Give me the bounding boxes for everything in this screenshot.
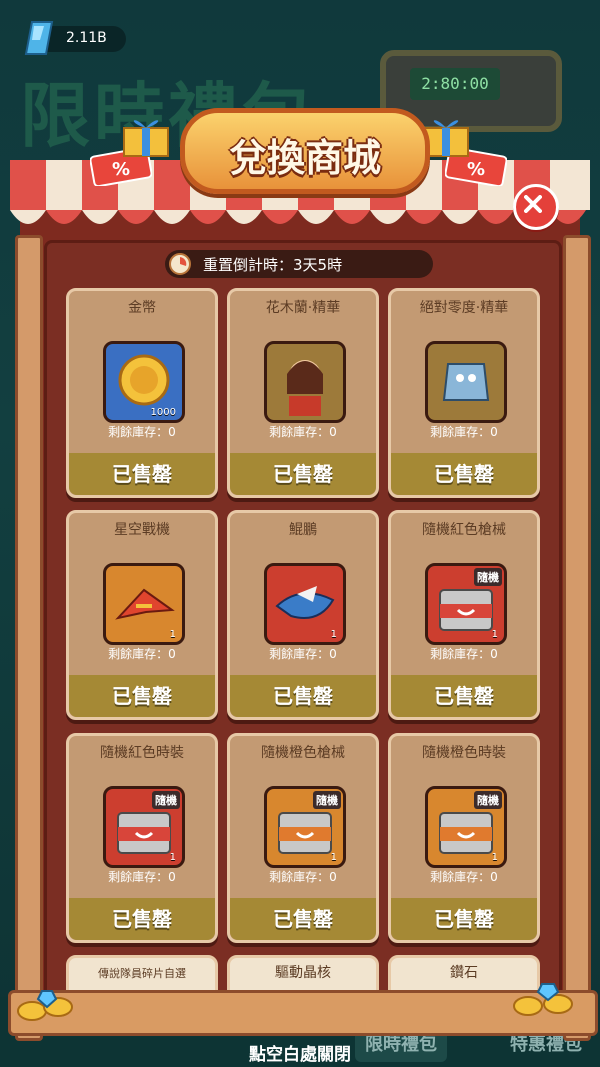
close-icon <box>524 195 542 213</box>
item-stock: 剩餘庫存：0 <box>430 647 498 661</box>
sold-out-banner: 已售罄 <box>69 898 215 940</box>
item-name: 金幣 <box>128 300 156 316</box>
item-card[interactable]: 絕對零度·精華 剩餘庫存：0 已售罄 <box>388 288 540 498</box>
item-quantity: 1 <box>169 852 176 863</box>
right-pillar <box>563 235 591 1041</box>
item-icon-frame <box>425 341 507 423</box>
item-icon-frame: 1000 <box>103 341 185 423</box>
item-quantity: 1 <box>169 629 176 640</box>
item-icon-frame: 隨機 1 <box>425 563 507 645</box>
item-stock: 剩餘庫存：0 <box>430 425 498 439</box>
item-card[interactable]: 星空戰機 1 剩餘庫存：0 已售罄 <box>66 510 218 720</box>
item-icon-frame: 1 <box>264 563 346 645</box>
crystal-icon <box>24 21 54 55</box>
coins-pile-icon <box>513 983 573 1016</box>
item-card[interactable]: 隨機橙色槍械隨機 1 剩餘庫存：0 已售罄 <box>227 733 379 943</box>
sold-out-banner: 已售罄 <box>230 898 376 940</box>
item-name: 傳說隊員碎片自選 <box>98 967 186 980</box>
item-icon-frame: 1 <box>103 563 185 645</box>
item-name: 鯤鵬 <box>289 522 317 538</box>
item-card[interactable]: 花木蘭·精華 剩餘庫存：0 已售罄 <box>227 288 379 498</box>
item-icon-frame: 隨機 1 <box>425 786 507 868</box>
mech-portrait-icon <box>442 363 490 401</box>
item-name: 鑽石 <box>450 965 478 981</box>
item-stock: 剩餘庫存：0 <box>108 425 176 439</box>
item-card[interactable]: 隨機橙色時裝隨機 1 剩餘庫存：0 已售罄 <box>388 733 540 943</box>
item-stock: 剩餘庫存：0 <box>269 647 337 661</box>
mulan-portrait-icon <box>287 360 323 416</box>
shop-title: 兌換商城 <box>228 136 381 180</box>
item-quantity: 1 <box>491 852 498 863</box>
item-name: 星空戰機 <box>114 522 170 538</box>
item-icon-frame: 隨機 1 <box>103 786 185 868</box>
item-stock: 剩餘庫存：0 <box>430 870 498 884</box>
sold-out-banner: 已售罄 <box>391 675 537 717</box>
item-stock: 剩餘庫存：0 <box>108 870 176 884</box>
item-name: 隨機紅色槍械 <box>422 522 506 538</box>
item-card[interactable]: 金幣 1000 剩餘庫存：0 已售罄 <box>66 288 218 498</box>
item-icon-frame: 隨機 1 <box>264 786 346 868</box>
coins-pile-icon <box>17 990 73 1021</box>
shop-title-plate: 兌換商城 <box>180 108 430 194</box>
item-name: 隨機橙色槍械 <box>261 745 345 761</box>
item-quantity: 1000 <box>150 407 176 418</box>
item-name: 隨機紅色時裝 <box>100 745 184 761</box>
sold-out-banner: 已售罄 <box>230 453 376 495</box>
svg-text:%: % <box>467 159 485 180</box>
close-hint[interactable]: 點空白處關閉 <box>0 1040 600 1065</box>
sold-out-banner: 已售罄 <box>391 898 537 940</box>
sold-out-banner: 已售罄 <box>391 453 537 495</box>
item-stock: 剩餘庫存：0 <box>108 647 176 661</box>
currency-value: 2.11B <box>66 30 107 46</box>
item-name: 隨機橙色時裝 <box>422 745 506 761</box>
random-tag: 隨機 <box>313 791 341 809</box>
clock-icon <box>169 253 191 275</box>
item-icon-frame <box>264 341 346 423</box>
close-button[interactable] <box>513 184 559 230</box>
item-stock: 剩餘庫存：0 <box>269 870 337 884</box>
svg-text:%: % <box>112 159 130 180</box>
item-name: 絕對零度·精華 <box>419 300 509 316</box>
item-card[interactable]: 鯤鵬 1 剩餘庫存：0 已售罄 <box>227 510 379 720</box>
item-name: 花木蘭·精華 <box>265 300 341 316</box>
item-quantity: 1 <box>330 852 337 863</box>
reset-countdown-label: 重置倒計時：3天5時 <box>203 256 343 274</box>
currency-display: 2.11B <box>24 21 126 55</box>
sold-out-banner: 已售罄 <box>69 675 215 717</box>
item-card[interactable]: 隨機紅色槍械隨機 1 剩餘庫存：0 已售罄 <box>388 510 540 720</box>
random-tag: 隨機 <box>474 568 502 586</box>
random-tag: 隨機 <box>474 791 502 809</box>
item-quantity: 1 <box>330 629 337 640</box>
gift-box-icon <box>123 120 169 157</box>
background-timer: 2:80:00 <box>410 68 500 100</box>
item-card[interactable]: 隨機紅色時裝隨機 1 剩餘庫存：0 已售罄 <box>66 733 218 943</box>
sold-out-banner: 已售罄 <box>230 675 376 717</box>
item-quantity: 1 <box>491 629 498 640</box>
item-stock: 剩餘庫存：0 <box>269 425 337 439</box>
sold-out-banner: 已售罄 <box>69 453 215 495</box>
item-name: 驅動晶核 <box>275 965 331 981</box>
reset-countdown: 重置倒計時：3天5時 <box>165 250 433 278</box>
left-pillar <box>15 235 43 1041</box>
random-tag: 隨機 <box>152 791 180 809</box>
